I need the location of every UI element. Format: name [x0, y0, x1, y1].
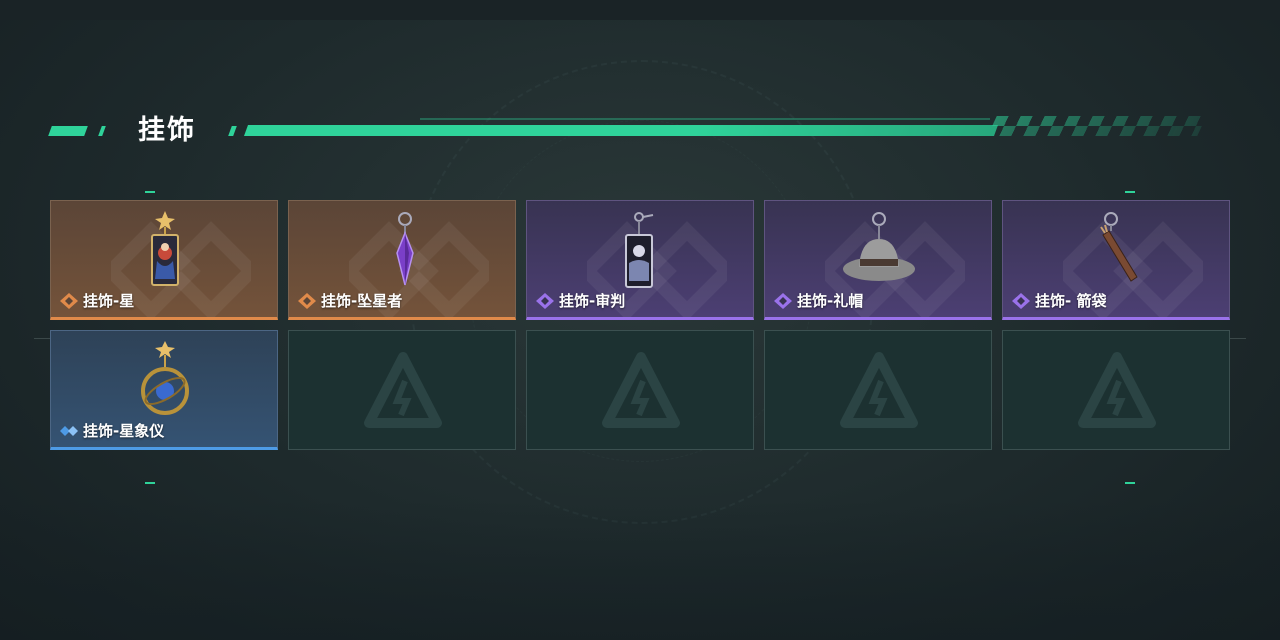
charm-card-quiver[interactable]: 挂饰- 箭袋	[1002, 200, 1230, 320]
header-accent-tick	[228, 126, 237, 136]
empty-slot[interactable]	[1002, 330, 1230, 450]
empty-slot-logo-icon	[364, 352, 442, 428]
charm-label: 挂饰-坠星者	[297, 290, 402, 311]
charm-label: 挂饰- 箭袋	[1011, 290, 1106, 311]
empty-slot-logo-icon	[1078, 352, 1156, 428]
charm-grid: 挂饰-星 挂饰-坠星者 挂饰-审判 挂饰-礼帽 挂饰- 箭袋 挂饰-星象仪	[50, 200, 1230, 450]
charm-card-star-faller[interactable]: 挂饰-坠星者	[288, 200, 516, 320]
tarot-card-judgement-charm-icon	[625, 212, 654, 288]
charm-name: 挂饰- 箭袋	[1035, 292, 1107, 310]
charm-label: 挂饰-星象仪	[59, 420, 164, 441]
page-title: 挂饰	[138, 115, 196, 146]
quiver-charm-icon	[1100, 212, 1138, 282]
header-accent-tick	[98, 126, 106, 136]
orange-rarity-icon	[298, 292, 316, 309]
purple-rarity-icon	[1012, 292, 1030, 309]
orange-rarity-icon	[60, 292, 78, 309]
charm-name: 挂饰-礼帽	[797, 292, 864, 310]
header-stripe	[243, 125, 999, 136]
charm-label: 挂饰-礼帽	[773, 290, 863, 311]
frame-side-line	[1230, 338, 1246, 339]
top-bar	[0, 0, 1280, 20]
frame-corner-mark	[1125, 191, 1135, 193]
frame-corner-mark	[1125, 482, 1135, 484]
empty-slot-logo-icon	[840, 352, 918, 428]
frame-corner-mark	[145, 191, 155, 193]
charm-card-judgement[interactable]: 挂饰-审判	[526, 200, 754, 320]
purple-rarity-icon	[774, 292, 792, 309]
charm-card-armillary[interactable]: 挂饰-星象仪	[50, 330, 278, 450]
background-fade	[0, 500, 1280, 640]
empty-slot[interactable]	[764, 330, 992, 450]
frame-corner-mark	[145, 482, 155, 484]
blue-rarity-icon	[60, 425, 78, 436]
charm-card-star[interactable]: 挂饰-星	[50, 200, 278, 320]
empty-slot[interactable]	[288, 330, 516, 450]
purple-crystal-pendant-icon	[396, 212, 414, 286]
frame-side-line	[34, 338, 50, 339]
empty-slot[interactable]	[526, 330, 754, 450]
empty-slot-logo-icon	[602, 352, 680, 428]
charm-name: 挂饰-审判	[559, 292, 626, 310]
fedora-hat-charm-icon	[843, 212, 915, 281]
tarot-card-star-charm-icon	[151, 211, 179, 286]
header-accent-bar	[48, 126, 88, 136]
charm-name: 挂饰-星	[83, 292, 135, 310]
header-checker-pattern	[987, 116, 1207, 136]
header-thin-line	[420, 118, 990, 120]
armillary-sphere-charm-icon	[141, 341, 189, 415]
purple-rarity-icon	[536, 292, 554, 309]
charm-card-fedora[interactable]: 挂饰-礼帽	[764, 200, 992, 320]
charm-name: 挂饰-星象仪	[83, 422, 165, 440]
charm-label: 挂饰-审判	[535, 290, 625, 311]
charm-label: 挂饰-星	[59, 290, 134, 311]
charm-name: 挂饰-坠星者	[321, 292, 403, 310]
